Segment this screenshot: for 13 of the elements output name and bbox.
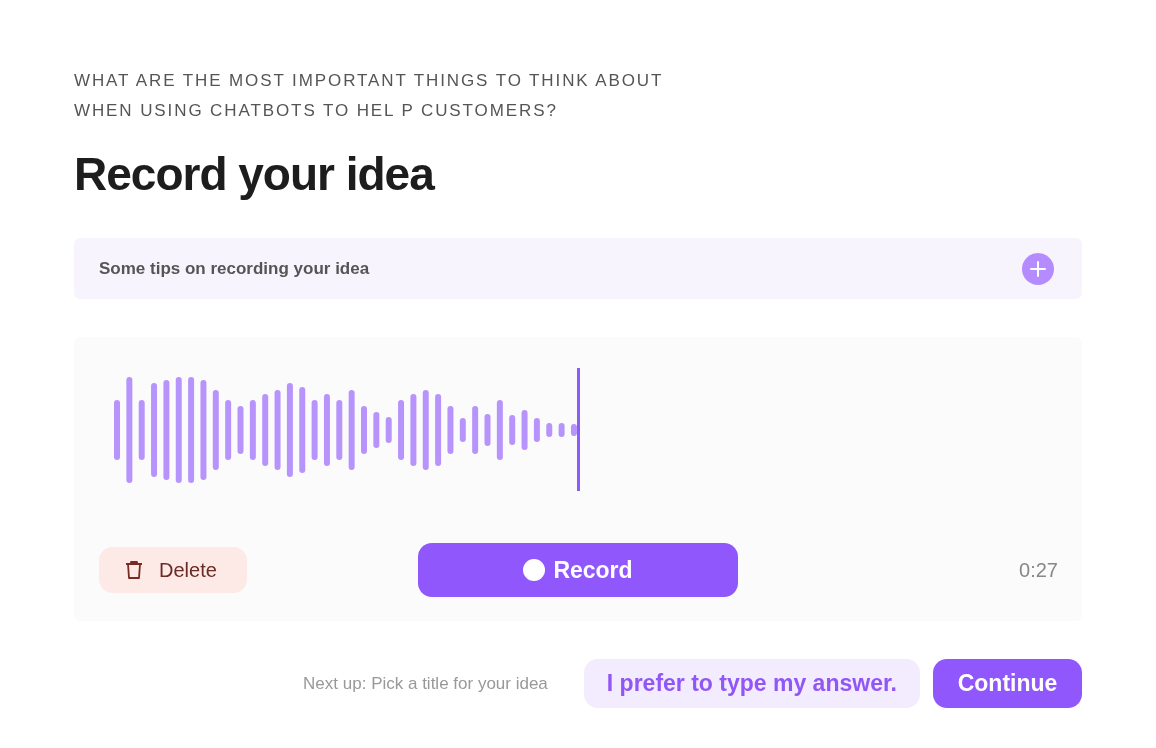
tips-panel[interactable]: Some tips on recording your idea	[74, 238, 1082, 299]
continue-button[interactable]: Continue	[933, 659, 1082, 708]
delete-button[interactable]: Delete	[99, 547, 247, 593]
expand-plus-icon[interactable]	[1022, 252, 1054, 285]
question-text: WHAT ARE THE MOST IMPORTANT THINGS TO THINK ABOUT WHEN USING CHATBOTS TO HEL P CUSTOMERS?	[74, 70, 665, 122]
next-up-text: Next up: Pick a title for your idea	[303, 673, 548, 694]
page-title: Record your idea	[74, 147, 436, 202]
record-dot-icon	[523, 559, 546, 581]
tips-label: Some tips on recording your idea	[99, 258, 370, 279]
elapsed-time: 0:27	[1019, 558, 1058, 582]
trash-icon	[123, 559, 145, 581]
record-button[interactable]: Record	[418, 543, 738, 597]
type-answer-button[interactable]: I prefer to type my answer.	[583, 659, 920, 708]
